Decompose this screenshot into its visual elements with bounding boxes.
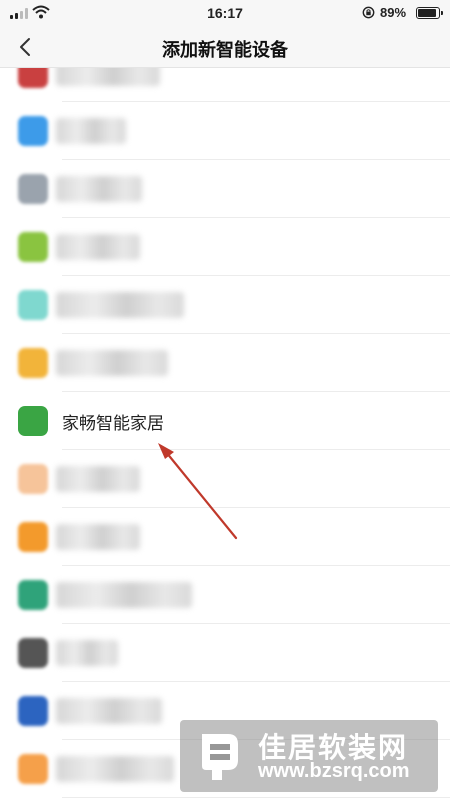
list-item-label: 家畅智能家居: [62, 414, 164, 433]
brand-logo-icon: [18, 232, 48, 262]
status-bar: 16:17 89%: [0, 0, 450, 26]
list-item[interactable]: [0, 508, 450, 566]
battery-icon: [416, 7, 443, 19]
obscured-label: [56, 640, 118, 666]
list-item[interactable]: [0, 276, 450, 334]
brand-logo-icon: [18, 406, 48, 436]
list-item[interactable]: [0, 160, 450, 218]
list-item[interactable]: [0, 566, 450, 624]
obscured-label: [56, 582, 192, 608]
brand-logo-icon: [18, 638, 48, 668]
obscured-label: [56, 118, 126, 144]
list-item[interactable]: [0, 68, 450, 102]
nav-bar: 添加新智能设备: [0, 26, 450, 68]
brand-list: 家畅智能家居: [0, 68, 450, 800]
obscured-label: [56, 698, 162, 724]
obscured-label: [56, 68, 160, 86]
obscured-label: [56, 466, 140, 492]
watermark-url: www.bzsrq.com: [258, 760, 410, 782]
obscured-label: [56, 350, 168, 376]
obscured-label: [56, 756, 174, 782]
brand-logo-icon: [18, 348, 48, 378]
rotation-lock-icon: [362, 6, 375, 19]
page-title: 添加新智能设备: [162, 40, 288, 60]
divider: [62, 797, 450, 798]
brand-logo-icon: [18, 696, 48, 726]
obscured-label: [56, 176, 142, 202]
brand-logo-icon: [18, 522, 48, 552]
battery-percent: 89%: [380, 5, 407, 20]
list-item[interactable]: [0, 450, 450, 508]
obscured-label: [56, 292, 184, 318]
brand-logo-icon: [18, 464, 48, 494]
obscured-label: [56, 524, 140, 550]
list-item[interactable]: 家畅智能家居: [0, 392, 450, 450]
watermark: 佳居软装网 www.bzsrq.com: [180, 720, 438, 792]
obscured-label: [56, 234, 140, 260]
brand-logo-icon: [18, 174, 48, 204]
brand-logo-icon: [18, 580, 48, 610]
brand-logo-icon: [18, 290, 48, 320]
battery-fill: [418, 9, 436, 17]
list-item[interactable]: [0, 334, 450, 392]
watermark-logo-icon: [202, 734, 238, 780]
list-item[interactable]: [0, 624, 450, 682]
brand-logo-icon: [18, 68, 48, 88]
list-item[interactable]: [0, 218, 450, 276]
brand-logo-icon: [18, 754, 48, 784]
list-item[interactable]: [0, 102, 450, 160]
brand-logo-icon: [18, 116, 48, 146]
